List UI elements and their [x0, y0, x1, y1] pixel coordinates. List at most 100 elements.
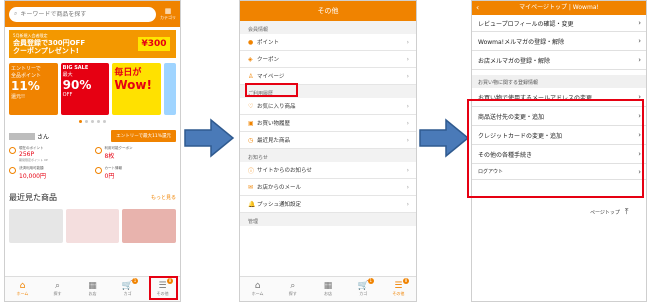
- wallet-icon: [9, 167, 16, 174]
- section-header: お買い物に関する登録情報: [472, 75, 646, 88]
- recent-item-thumb[interactable]: [9, 209, 63, 243]
- menu-item-site-news[interactable]: ⓘ サイトからのお知らせ ›: [240, 162, 416, 179]
- menu-icon: ☰: [394, 281, 403, 291]
- recent-title: 最近見た商品: [9, 193, 57, 202]
- tab-label: 探す: [53, 291, 62, 296]
- campaign-num: 11%: [11, 79, 40, 93]
- user-suffix: さん: [37, 133, 50, 141]
- user-name: さん: [9, 132, 49, 141]
- campaign-card-sale[interactable]: BIG SALE 最大 90% OFF: [60, 63, 110, 115]
- stat-coupons[interactable]: 利用可能クーポン 8枚: [94, 146, 177, 162]
- stat-value: 0円: [104, 173, 115, 180]
- coupon-icon: ◈: [248, 55, 253, 63]
- coupon-banner[interactable]: 5月新規入会者限定 会員登録で300円OFF クーポンプレゼント! ¥300: [9, 30, 176, 58]
- category-label: カテゴリ: [160, 15, 176, 20]
- recent-item-thumb[interactable]: [122, 209, 177, 243]
- campaign-card-partial[interactable]: [164, 63, 177, 115]
- tab-label: ホーム: [251, 291, 264, 296]
- shop-icon: ▦: [88, 281, 97, 291]
- search-input[interactable]: [20, 10, 151, 18]
- point-icon: [9, 147, 16, 154]
- shop-icon: ▦: [323, 281, 333, 291]
- row-label: レビュープロフィールの確認・変更: [478, 20, 574, 28]
- info-icon: ⓘ: [248, 167, 255, 175]
- page-top-button[interactable]: ページトップ ⤒: [590, 207, 628, 217]
- campaign-top: 毎日が: [114, 68, 142, 78]
- stat-value: 8枚: [104, 153, 115, 160]
- category-button[interactable]: ▦ カテゴリ: [160, 7, 176, 21]
- campaign-card-wow[interactable]: 毎日が Wow!: [112, 63, 162, 115]
- tab-search[interactable]: ⌕ 探す: [275, 277, 310, 301]
- tab-home[interactable]: ⌂ ホーム: [5, 277, 40, 301]
- tab-label: その他: [392, 291, 405, 296]
- page-top-label: ページトップ: [590, 209, 620, 216]
- tab-label: お店: [88, 291, 97, 296]
- cart-icon: 🛒: [357, 281, 369, 291]
- chevron-right-icon: ›: [406, 183, 409, 191]
- grid-icon: ▦: [164, 7, 172, 15]
- tab-cart[interactable]: 🛒 カゴ 1: [346, 277, 381, 301]
- campaign-carousel[interactable]: エントリーで 全品ポイント 11% 還元!! BIG SALE 最大 90% O…: [9, 63, 177, 115]
- home-icon: ⌂: [19, 281, 26, 291]
- tab-search[interactable]: ⌕ 探す: [40, 277, 75, 301]
- tab-other[interactable]: ☰ その他 8: [381, 277, 416, 301]
- tab-label: お店: [324, 291, 332, 296]
- stat-points[interactable]: 現在のポイント 256P 期間限定ポイント 0P: [9, 146, 91, 162]
- stat-value: 256P: [19, 151, 35, 158]
- menu-item-shop-mail[interactable]: ✉ お店からのメール ›: [240, 179, 416, 196]
- search-icon: ⌕: [14, 10, 18, 17]
- cart-icon: [94, 167, 102, 174]
- menu-item-recent[interactable]: ◷ 最近見た商品 ›: [240, 132, 416, 149]
- menu-item-points[interactable]: ● ポイント ›: [240, 34, 416, 51]
- menu-item-label: サイトからのお知らせ: [257, 168, 312, 174]
- search-icon: ⌕: [290, 281, 296, 291]
- carousel-dots: [5, 120, 180, 123]
- mail-icon: ✉: [248, 183, 254, 191]
- tab-cart[interactable]: 🛒 カゴ 1: [110, 277, 145, 301]
- menu-item-history[interactable]: ▣ お買い物履歴 ›: [240, 115, 416, 132]
- row-label: Wowma!メルマガの登録・解除: [478, 38, 565, 46]
- back-chevron-icon[interactable]: ‹: [476, 1, 479, 15]
- tab-shops[interactable]: ▦ お店: [310, 277, 345, 301]
- campaign-card-point[interactable]: エントリーで 全品ポイント 11% 還元!!: [9, 63, 58, 115]
- menu-item-favorites[interactable]: ♡ お気に入り商品 ›: [240, 98, 416, 115]
- row-wowma-newsletter[interactable]: Wowma!メルマガの登録・解除 ›: [472, 32, 646, 51]
- home-header: ⌕ ▦ カテゴリ: [5, 1, 180, 27]
- campaign-mid: Wow!: [114, 78, 152, 92]
- section-header: 会員情報: [240, 21, 416, 34]
- campaign-bottom: OFF: [62, 92, 73, 98]
- mypage-header: ‹ マイページトップ | Wowma!: [472, 1, 646, 15]
- entry-button[interactable]: エントリーで最大11%還元: [111, 130, 176, 142]
- chevron-right-icon: ›: [406, 72, 409, 80]
- row-review-profile[interactable]: レビュープロフィールの確認・変更 ›: [472, 15, 646, 32]
- menu-item-label: ポイント: [257, 40, 280, 46]
- stat-sub: 期間限定ポイント 0P: [19, 158, 48, 162]
- tab-bar: ⌂ ホーム ⌕ 探す ▦ お店 🛒 カゴ 1 ☰ その他 8: [240, 276, 416, 301]
- chevron-right-icon: ›: [406, 119, 409, 127]
- menu-item-push[interactable]: 🔔 プッシュ通知設定 ›: [240, 196, 416, 213]
- recent-item-thumb[interactable]: [65, 209, 120, 243]
- tab-label: 探す: [288, 291, 297, 296]
- stat-cart[interactable]: カート情報 0円: [94, 166, 177, 180]
- menu-item-label: マイページ: [257, 74, 285, 80]
- tab-home[interactable]: ⌂ ホーム: [240, 277, 275, 301]
- chevron-right-icon: ›: [406, 166, 409, 174]
- tab-label: カゴ: [123, 291, 132, 296]
- arrow-right-icon: [184, 118, 235, 158]
- stat-payment[interactable]: 決済利用可能額 10,000円: [9, 166, 91, 180]
- menu-item-label: 最近見た商品: [257, 138, 291, 144]
- recent-more-link[interactable]: もっと見る: [151, 194, 176, 201]
- menu-item-label: お買い物履歴: [257, 121, 291, 127]
- other-badge: 8: [403, 278, 410, 284]
- page-title: その他: [240, 1, 416, 21]
- tab-shops[interactable]: ▦ お店: [75, 277, 110, 301]
- row-shop-newsletter[interactable]: お店メルマガの登録・解除 ›: [472, 51, 646, 70]
- menu-item-coupons[interactable]: ◈ クーポン ›: [240, 51, 416, 68]
- receipt-icon: ▣: [248, 119, 254, 127]
- highlight-box: [149, 276, 178, 300]
- search-bar[interactable]: ⌕: [9, 6, 156, 22]
- chevron-right-icon: ›: [638, 56, 641, 64]
- search-icon: ⌕: [54, 281, 61, 291]
- user-icon: ♙: [248, 72, 254, 80]
- highlight-box: [245, 83, 298, 97]
